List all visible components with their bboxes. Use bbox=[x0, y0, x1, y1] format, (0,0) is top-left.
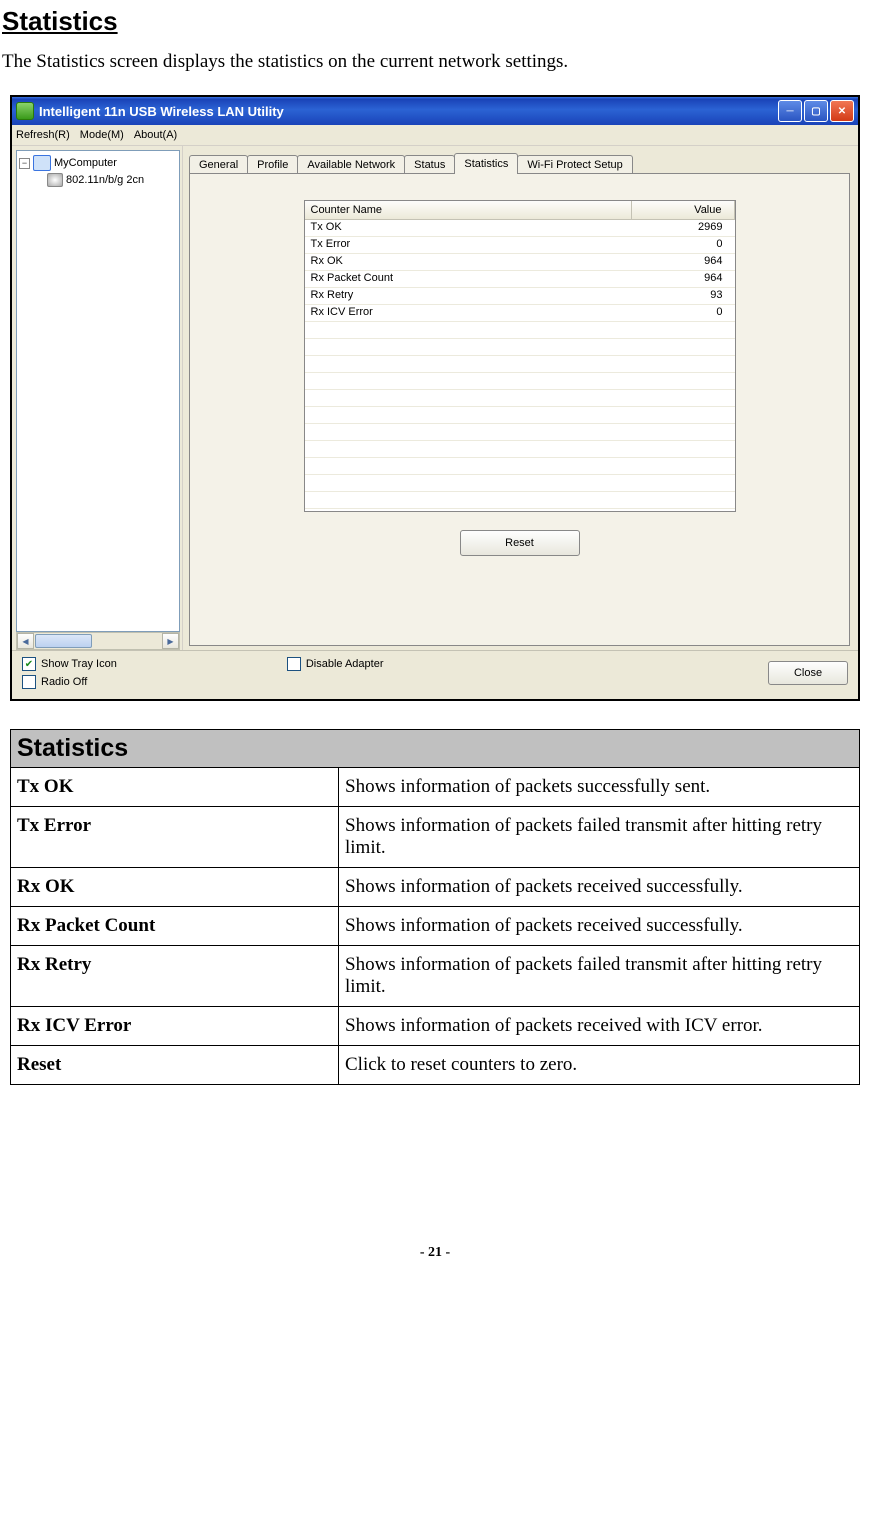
doc-term: Tx OK bbox=[11, 768, 339, 807]
tab-available-network[interactable]: Available Network bbox=[297, 155, 405, 174]
table-row[interactable]: Rx Packet Count964 bbox=[305, 271, 735, 288]
window-title: Intelligent 11n USB Wireless LAN Utility bbox=[39, 104, 284, 119]
scroll-right-icon[interactable]: ▶ bbox=[162, 633, 179, 649]
tab-panel-statistics: Counter Name Value Tx OK2969 Tx Error0 R… bbox=[189, 173, 850, 646]
column-header-value[interactable]: Value bbox=[632, 201, 735, 219]
menu-refresh[interactable]: Refresh(R) bbox=[16, 129, 70, 141]
minimize-button[interactable]: ─ bbox=[778, 100, 802, 122]
cell-value: 93 bbox=[633, 288, 735, 304]
checkbox-radio-off[interactable]: Radio Off bbox=[22, 675, 117, 689]
maximize-button[interactable]: ▢ bbox=[804, 100, 828, 122]
cell-name: Rx Retry bbox=[305, 288, 633, 304]
doc-term: Rx ICV Error bbox=[11, 1007, 339, 1046]
horizontal-scrollbar[interactable]: ◀ ▶ bbox=[16, 632, 180, 650]
scroll-left-icon[interactable]: ◀ bbox=[17, 633, 34, 649]
section-heading: Statistics bbox=[2, 6, 870, 37]
table-row[interactable]: Rx Retry93 bbox=[305, 288, 735, 305]
page-number: - 21 - bbox=[0, 1245, 870, 1261]
cell-value: 0 bbox=[633, 305, 735, 321]
tab-general[interactable]: General bbox=[189, 155, 248, 174]
computer-icon bbox=[33, 155, 51, 171]
cell-value: 0 bbox=[633, 237, 735, 253]
menubar: Refresh(R) Mode(M) About(A) bbox=[12, 125, 858, 146]
doc-term: Tx Error bbox=[11, 807, 339, 868]
app-icon bbox=[16, 102, 34, 120]
window-close-button[interactable]: ✕ bbox=[830, 100, 854, 122]
close-button[interactable]: Close bbox=[768, 661, 848, 685]
check-icon: ✔ bbox=[22, 657, 36, 671]
doc-term: Reset bbox=[11, 1046, 339, 1085]
checkbox-label: Show Tray Icon bbox=[41, 658, 117, 670]
checkbox-label: Disable Adapter bbox=[306, 658, 384, 670]
table-row bbox=[305, 407, 735, 424]
table-row bbox=[305, 322, 735, 339]
cell-value: 964 bbox=[633, 271, 735, 287]
doc-desc: Shows information of packets received su… bbox=[339, 868, 860, 907]
cell-value: 2969 bbox=[633, 220, 735, 236]
checkbox-label: Radio Off bbox=[41, 676, 87, 688]
menu-about[interactable]: About(A) bbox=[134, 129, 177, 141]
cell-value: 964 bbox=[633, 254, 735, 270]
table-row[interactable]: Tx Error0 bbox=[305, 237, 735, 254]
app-window: Intelligent 11n USB Wireless LAN Utility… bbox=[10, 95, 860, 701]
doc-term: Rx OK bbox=[11, 868, 339, 907]
tree-root-label[interactable]: MyComputer bbox=[54, 157, 117, 169]
doc-desc: Shows information of packets received su… bbox=[339, 907, 860, 946]
tab-statistics[interactable]: Statistics bbox=[454, 153, 518, 174]
doc-desc: Shows information of packets successfull… bbox=[339, 768, 860, 807]
bottom-bar: ✔ Show Tray Icon Radio Off Disable Adapt… bbox=[12, 650, 858, 699]
table-row bbox=[305, 339, 735, 356]
column-header-name[interactable]: Counter Name bbox=[305, 201, 632, 219]
doc-term: Rx Retry bbox=[11, 946, 339, 1007]
checkbox-show-tray[interactable]: ✔ Show Tray Icon bbox=[22, 657, 117, 671]
table-row[interactable]: Rx ICV Error0 bbox=[305, 305, 735, 322]
cell-name: Rx Packet Count bbox=[305, 271, 633, 287]
table-row bbox=[305, 424, 735, 441]
tab-wps[interactable]: Wi-Fi Protect Setup bbox=[517, 155, 632, 174]
table-row[interactable]: Tx OK2969 bbox=[305, 220, 735, 237]
cell-name: Tx Error bbox=[305, 237, 633, 253]
doc-desc: Shows information of packets received wi… bbox=[339, 1007, 860, 1046]
tab-profile[interactable]: Profile bbox=[247, 155, 298, 174]
titlebar[interactable]: Intelligent 11n USB Wireless LAN Utility… bbox=[12, 97, 858, 125]
reset-button[interactable]: Reset bbox=[460, 530, 580, 556]
checkbox-disable-adapter[interactable]: Disable Adapter bbox=[287, 657, 384, 671]
doc-desc: Shows information of packets failed tran… bbox=[339, 807, 860, 868]
intro-text: The Statistics screen displays the stati… bbox=[2, 51, 870, 73]
adapter-icon bbox=[47, 173, 63, 187]
table-row bbox=[305, 492, 735, 509]
scroll-thumb[interactable] bbox=[35, 634, 92, 648]
documentation-table: Statistics Tx OKShows information of pac… bbox=[10, 729, 860, 1085]
tree-collapse-icon[interactable]: − bbox=[19, 158, 30, 169]
doc-table-title: Statistics bbox=[11, 730, 860, 768]
table-row bbox=[305, 373, 735, 390]
check-icon bbox=[287, 657, 301, 671]
tab-strip: General Profile Available Network Status… bbox=[189, 152, 850, 174]
table-row bbox=[305, 390, 735, 407]
menu-mode[interactable]: Mode(M) bbox=[80, 129, 124, 141]
check-icon bbox=[22, 675, 36, 689]
statistics-listview[interactable]: Counter Name Value Tx OK2969 Tx Error0 R… bbox=[304, 200, 736, 512]
cell-name: Rx OK bbox=[305, 254, 633, 270]
tab-status[interactable]: Status bbox=[404, 155, 455, 174]
table-row bbox=[305, 441, 735, 458]
device-tree[interactable]: − MyComputer 802.11n/b/g 2cn bbox=[16, 150, 180, 632]
table-row bbox=[305, 475, 735, 492]
doc-desc: Click to reset counters to zero. bbox=[339, 1046, 860, 1085]
tree-child-label[interactable]: 802.11n/b/g 2cn bbox=[66, 174, 144, 186]
table-row bbox=[305, 356, 735, 373]
doc-desc: Shows information of packets failed tran… bbox=[339, 946, 860, 1007]
table-row[interactable]: Rx OK964 bbox=[305, 254, 735, 271]
table-row bbox=[305, 458, 735, 475]
cell-name: Tx OK bbox=[305, 220, 633, 236]
doc-term: Rx Packet Count bbox=[11, 907, 339, 946]
cell-name: Rx ICV Error bbox=[305, 305, 633, 321]
